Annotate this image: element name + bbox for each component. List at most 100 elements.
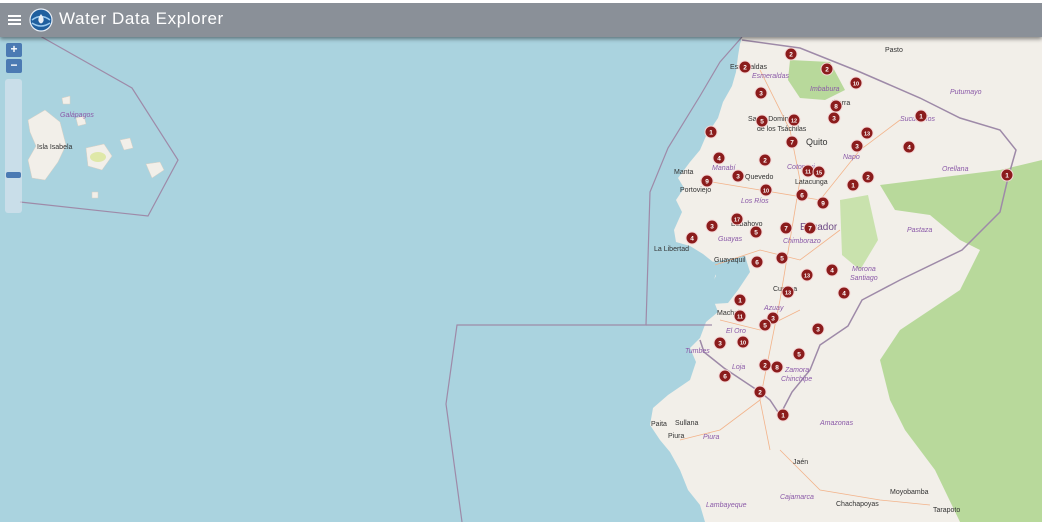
cluster-count: 8 (775, 364, 779, 371)
cluster-count: 10 (740, 340, 746, 346)
cluster-count: 3 (759, 90, 763, 97)
station-cluster-marker[interactable]: 2 (861, 170, 875, 184)
station-cluster-marker[interactable]: 12 (787, 113, 801, 127)
map-label-region: Morona (852, 266, 876, 273)
cluster-count: 3 (816, 326, 820, 333)
cluster-count: 11 (737, 314, 743, 320)
station-cluster-marker[interactable]: 11 (733, 309, 747, 323)
station-cluster-marker[interactable]: 2 (738, 60, 752, 74)
station-cluster-marker[interactable]: 13 (860, 126, 874, 140)
map-label-region: Tumbes (685, 348, 710, 355)
cluster-count: 4 (717, 155, 721, 162)
station-cluster-marker[interactable]: 3 (827, 111, 841, 125)
top-border (0, 0, 1042, 3)
map-label-region: Imbabura (810, 86, 840, 93)
cluster-count: 5 (780, 255, 784, 262)
map-label-region: Loja (732, 364, 745, 371)
map-label-capital: Quito (806, 137, 828, 147)
station-cluster-marker[interactable]: 5 (749, 225, 763, 239)
station-cluster-marker[interactable]: 3 (811, 322, 825, 336)
map-label-place: Piura (668, 433, 684, 440)
station-cluster-marker[interactable]: 7 (779, 221, 793, 235)
zoom-in-button[interactable]: + (6, 43, 22, 57)
map-label-region: Azuay (763, 305, 784, 312)
cluster-count: 5 (797, 351, 801, 358)
station-cluster-marker[interactable]: 4 (902, 140, 916, 154)
station-cluster-marker[interactable]: 3 (850, 139, 864, 153)
station-cluster-marker[interactable]: 8 (770, 360, 784, 374)
station-cluster-marker[interactable]: 1 (704, 125, 718, 139)
station-cluster-marker[interactable]: 2 (820, 62, 834, 76)
hamburger-icon[interactable] (8, 13, 21, 27)
cluster-count: 3 (736, 173, 740, 180)
zoom-slider[interactable] (5, 79, 22, 213)
cluster-count: 3 (771, 315, 775, 322)
station-cluster-marker[interactable]: 3 (713, 336, 727, 350)
map-canvas[interactable]: GalápagosIsla IsabelaPastoEsmeraldasEsme… (0, 0, 1042, 522)
zoom-slider-handle[interactable] (6, 172, 21, 178)
station-cluster-marker[interactable]: 3 (731, 169, 745, 183)
map-label-place: Isla Isabela (37, 144, 73, 151)
station-cluster-marker[interactable]: 4 (825, 263, 839, 277)
station-cluster-marker[interactable]: 3 (705, 219, 719, 233)
station-cluster-marker[interactable]: 9 (816, 196, 830, 210)
cluster-count: 4 (690, 235, 694, 242)
station-cluster-marker[interactable]: 15 (812, 165, 826, 179)
cluster-count: 13 (804, 273, 810, 279)
station-cluster-marker[interactable]: 5 (755, 114, 769, 128)
cluster-count: 1 (851, 182, 855, 189)
station-cluster-marker[interactable]: 7 (785, 135, 799, 149)
cluster-count: 1 (738, 297, 742, 304)
station-cluster-marker[interactable]: 5 (775, 251, 789, 265)
station-cluster-marker[interactable]: 11 (801, 164, 815, 178)
station-cluster-marker[interactable]: 6 (718, 369, 732, 383)
station-cluster-marker[interactable]: 6 (750, 255, 764, 269)
station-cluster-marker[interactable]: 9 (700, 174, 714, 188)
map-label-place: Portoviejo (680, 187, 711, 194)
station-cluster-marker[interactable]: 4 (712, 151, 726, 165)
cluster-count: 17 (734, 217, 740, 223)
station-cluster-marker[interactable]: 5 (792, 347, 806, 361)
map-label-region: Esmeraldas (752, 73, 789, 80)
station-cluster-marker[interactable]: 2 (758, 153, 772, 167)
cluster-count: 2 (763, 157, 767, 164)
station-cluster-marker[interactable]: 10 (736, 335, 750, 349)
station-cluster-marker[interactable]: 1 (914, 109, 928, 123)
map-label-region: Napo (843, 154, 860, 161)
cluster-count: 6 (800, 192, 804, 199)
station-cluster-marker[interactable]: 4 (685, 231, 699, 245)
globe-water-logo-icon[interactable] (28, 7, 54, 33)
station-cluster-marker[interactable]: 6 (795, 188, 809, 202)
station-cluster-marker[interactable]: 1 (776, 408, 790, 422)
cluster-count: 12 (791, 118, 797, 124)
station-cluster-marker[interactable]: 10 (849, 76, 863, 90)
cluster-count: 6 (723, 373, 727, 380)
galapagos-crater (90, 152, 106, 162)
station-cluster-marker[interactable]: 4 (837, 286, 851, 300)
station-cluster-marker[interactable]: 3 (754, 86, 768, 100)
station-cluster-marker[interactable]: 13 (800, 268, 814, 282)
cluster-count: 10 (853, 81, 859, 87)
cluster-count: 11 (805, 169, 811, 175)
cluster-count: 2 (825, 66, 829, 73)
station-cluster-marker[interactable]: 1 (1000, 168, 1014, 182)
map-label-place: Tarapoto (933, 507, 960, 514)
map-label-region: Santiago (850, 275, 878, 282)
station-cluster-marker[interactable]: 13 (781, 285, 795, 299)
station-cluster-marker[interactable]: 1 (846, 178, 860, 192)
station-cluster-marker[interactable]: 2 (753, 385, 767, 399)
map-label-region: Cajamarca (780, 494, 814, 501)
station-cluster-marker[interactable]: 17 (730, 212, 744, 226)
station-cluster-marker[interactable]: 1 (733, 293, 747, 307)
zoom-out-button[interactable]: − (6, 59, 22, 73)
cluster-count: 7 (784, 225, 788, 232)
map-label-place: Sullana (675, 420, 698, 427)
station-cluster-marker[interactable]: 8 (829, 99, 843, 113)
station-cluster-marker[interactable]: 7 (803, 221, 817, 235)
station-cluster-marker[interactable]: 2 (758, 358, 772, 372)
station-cluster-marker[interactable]: 2 (784, 47, 798, 61)
station-cluster-marker[interactable]: 5 (758, 318, 772, 332)
map-label-place: de los Tsáchilas (757, 126, 807, 133)
cluster-count: 9 (705, 178, 709, 185)
station-cluster-marker[interactable]: 10 (759, 183, 773, 197)
